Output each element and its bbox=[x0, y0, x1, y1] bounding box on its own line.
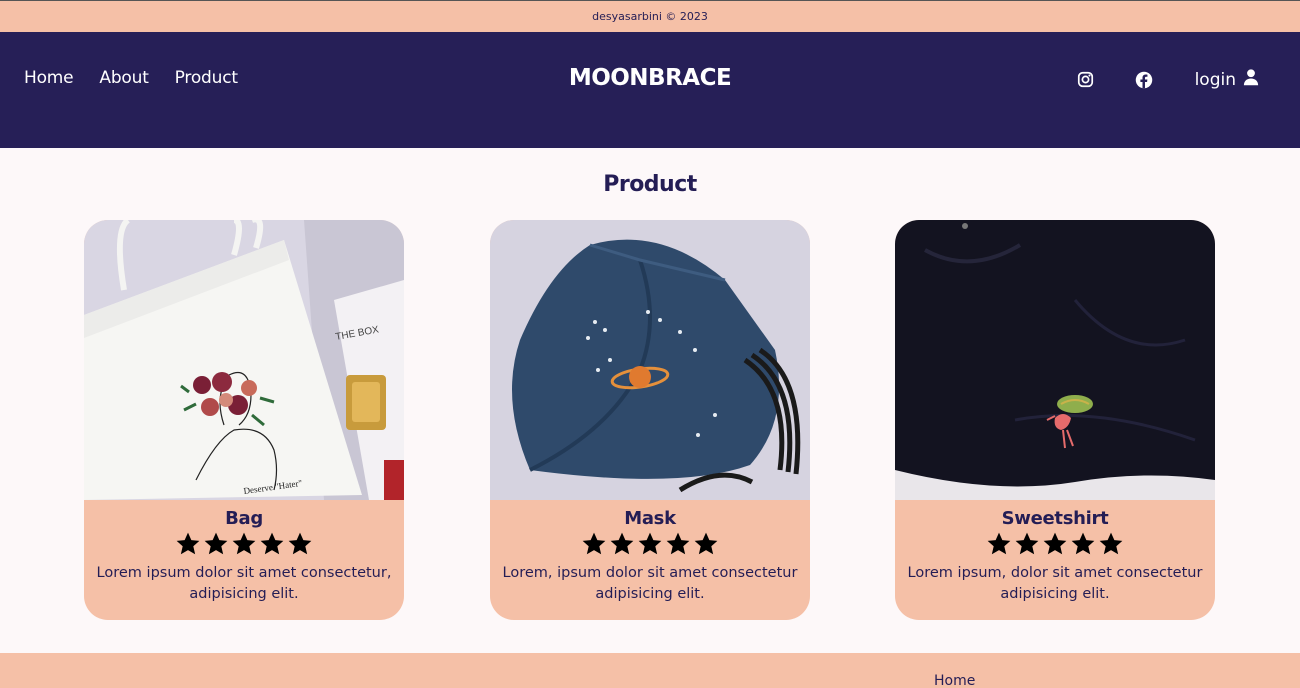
product-description: Lorem, ipsum dolor sit amet consectetur … bbox=[502, 565, 798, 602]
copyright-text: desyasarbini © 2023 bbox=[592, 10, 708, 23]
star-icon bbox=[176, 532, 200, 555]
copyright-bar: desyasarbini © 2023 bbox=[0, 0, 1300, 32]
mask-image bbox=[490, 220, 810, 500]
nav-actions: login bbox=[1077, 68, 1260, 91]
sweetshirt-image bbox=[895, 220, 1215, 500]
star-icon bbox=[204, 532, 228, 555]
product-card-body: Sweetshirt Lorem ipsum, dolor sit amet c… bbox=[895, 500, 1215, 620]
star-icon bbox=[1015, 532, 1039, 555]
product-name: Mask bbox=[624, 508, 676, 529]
star-icon bbox=[1099, 532, 1123, 555]
star-icon bbox=[232, 532, 256, 555]
product-card-body: Bag Lorem ipsum dolor sit amet consectet… bbox=[84, 500, 404, 620]
star-icon bbox=[288, 532, 312, 555]
product-rating bbox=[490, 531, 810, 559]
product-description: Lorem ipsum dolor sit amet consectetur, … bbox=[96, 565, 392, 602]
star-icon bbox=[610, 532, 634, 555]
product-rating bbox=[84, 531, 404, 559]
star-icon bbox=[694, 532, 718, 555]
bag-image: THE BOX Deserve "Hater" bbox=[84, 220, 404, 500]
star-icon bbox=[666, 532, 690, 555]
star-icon bbox=[1071, 532, 1095, 555]
user-icon bbox=[1242, 68, 1260, 91]
star-icon bbox=[582, 532, 606, 555]
product-card-mask[interactable]: Mask Lorem, ipsum dolor sit amet consect… bbox=[490, 220, 810, 620]
star-icon bbox=[987, 532, 1011, 555]
star-icon bbox=[638, 532, 662, 555]
product-description: Lorem ipsum, dolor sit amet consectetur … bbox=[907, 565, 1203, 602]
instagram-icon[interactable] bbox=[1077, 71, 1095, 89]
product-name: Bag bbox=[225, 508, 263, 529]
product-card-body: Mask Lorem, ipsum dolor sit amet consect… bbox=[490, 500, 810, 620]
navbar: Home About Product MOONBRACE login bbox=[0, 32, 1300, 148]
footer-home-link[interactable]: Home bbox=[934, 673, 975, 688]
facebook-icon[interactable] bbox=[1135, 71, 1153, 89]
star-icon bbox=[1043, 532, 1067, 555]
footer: Home bbox=[0, 653, 1300, 688]
login-label: login bbox=[1194, 69, 1236, 90]
star-icon bbox=[260, 532, 284, 555]
login-button[interactable]: login bbox=[1195, 68, 1260, 91]
product-card-sweetshirt[interactable]: Sweetshirt Lorem ipsum, dolor sit amet c… bbox=[895, 220, 1215, 620]
product-rating bbox=[895, 531, 1215, 559]
product-name: Sweetshirt bbox=[1001, 508, 1109, 529]
section-title: Product bbox=[603, 172, 697, 197]
product-card-bag[interactable]: THE BOX Deserve "Hater" Bag Lorem ipsum … bbox=[84, 220, 404, 620]
